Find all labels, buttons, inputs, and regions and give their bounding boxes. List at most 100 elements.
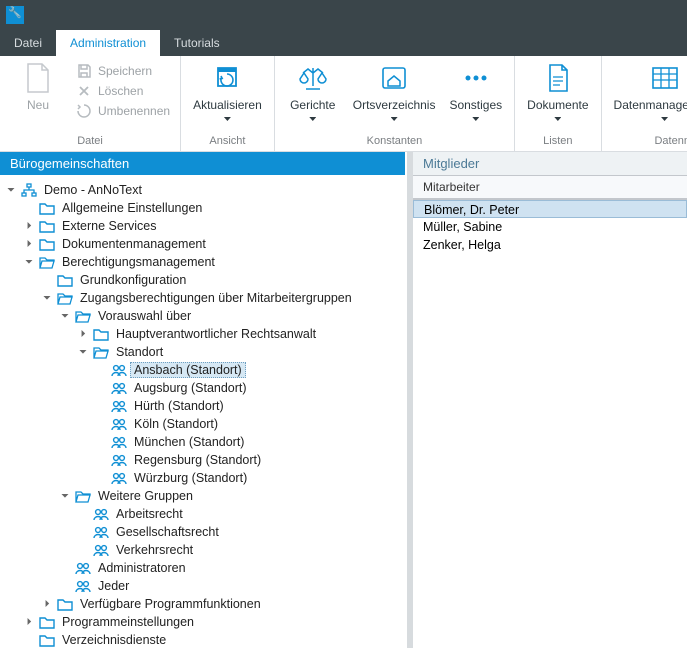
folder-icon — [38, 236, 56, 252]
expander-icon[interactable]: ⏷ — [58, 311, 72, 322]
tree-node-label: Vorauswahl über — [94, 308, 195, 324]
ribbon-group-label-listen: Listen — [523, 133, 592, 151]
rename-icon — [76, 103, 92, 119]
tree-programmeinstellungen[interactable]: ⏵ Programmeinstellungen — [4, 613, 401, 631]
tree-verkehrsrecht[interactable]: Verkehrsrecht — [4, 541, 401, 559]
folder-icon — [38, 632, 56, 648]
tree-regensburg[interactable]: Regensburg (Standort) — [4, 451, 401, 469]
refresh-button[interactable]: Aktualisieren — [189, 60, 266, 121]
folder-open-icon — [56, 290, 74, 306]
tree-node-label: Hürth (Standort) — [130, 398, 228, 414]
gerichte-button[interactable]: Gerichte — [283, 60, 343, 121]
ribbon-group-label-konstanten: Konstanten — [283, 133, 506, 151]
tree-augsburg[interactable]: Augsburg (Standort) — [4, 379, 401, 397]
rename-button[interactable]: Umbenennen — [74, 102, 172, 120]
tree-node-label: Programmeinstellungen — [58, 614, 198, 630]
tree-hauptverantwortlicher[interactable]: ⏵Hauptverantwortlicher Rechtsanwalt — [4, 325, 401, 343]
tree-node-label: München (Standort) — [130, 434, 248, 450]
tree-node-label: Würzburg (Standort) — [130, 470, 251, 486]
tree-berechtigungsmanagement[interactable]: ⏷Berechtigungsmanagement — [4, 253, 401, 271]
tree-root[interactable]: ⏷ Demo - AnNoText — [4, 181, 401, 199]
tree-weitere-gruppen[interactable]: ⏷ Weitere Gruppen — [4, 487, 401, 505]
tree-grundkonfiguration[interactable]: Grundkonfiguration — [4, 271, 401, 289]
expander-icon[interactable]: ⏵ — [22, 239, 36, 250]
dokumente-button[interactable]: Dokumente — [523, 60, 592, 121]
tree-zugangsberechtigungen[interactable]: ⏷Zugangsberechtigungen über Mitarbeiterg… — [4, 289, 401, 307]
tree-jeder[interactable]: Jeder — [4, 577, 401, 595]
list-item[interactable]: Blömer, Dr. Peter — [413, 200, 687, 218]
expander-icon[interactable]: ⏷ — [22, 257, 36, 268]
expander-icon[interactable]: ⏵ — [22, 221, 36, 232]
folder-open-icon — [38, 254, 56, 270]
list-item[interactable]: Zenker, Helga — [413, 236, 687, 254]
menu-tutorials[interactable]: Tutorials — [160, 30, 234, 56]
sonstiges-button[interactable]: Sonstiges — [445, 60, 506, 121]
ribbon-group-label-datei: Datei — [8, 133, 172, 151]
menu-administration[interactable]: Administration — [56, 30, 160, 56]
ellipsis-icon — [460, 62, 492, 94]
group-icon — [74, 578, 92, 594]
app-icon — [6, 6, 24, 24]
list-column-header[interactable]: Mitarbeiter — [413, 175, 687, 199]
document-icon — [542, 62, 574, 94]
tree-standort[interactable]: ⏷Standort — [4, 343, 401, 361]
tree-ansbach[interactable]: Ansbach (Standort) — [4, 361, 401, 379]
group-icon — [110, 452, 128, 468]
tree-wuerzburg[interactable]: Würzburg (Standort) — [4, 469, 401, 487]
expander-icon[interactable]: ⏷ — [76, 347, 90, 358]
expander-icon[interactable]: ⏷ — [58, 491, 72, 502]
tree-administratoren[interactable]: Administratoren — [4, 559, 401, 577]
tree-node-label: Ansbach (Standort) — [130, 362, 246, 378]
house-icon — [378, 62, 410, 94]
tree-externe-services[interactable]: ⏵ Externe Services — [4, 217, 401, 235]
list-item[interactable]: Müller, Sabine — [413, 218, 687, 236]
group-icon — [74, 560, 92, 576]
expander-icon[interactable]: ⏷ — [4, 185, 18, 196]
tree-muenchen[interactable]: München (Standort) — [4, 433, 401, 451]
group-icon — [110, 434, 128, 450]
ribbon-group-label-ansicht: Ansicht — [189, 133, 266, 151]
members-list[interactable]: Blömer, Dr. PeterMüller, SabineZenker, H… — [413, 199, 687, 648]
tree-node-label: Grundkonfiguration — [76, 272, 190, 288]
group-icon — [92, 542, 110, 558]
tree-node-label: Demo - AnNoText — [40, 182, 146, 198]
delete-button[interactable]: Löschen — [74, 82, 172, 100]
tree-node-label: Administratoren — [94, 560, 190, 576]
ortsverzeichnis-button[interactable]: Ortsverzeichnis — [349, 60, 440, 121]
left-pane-header: Bürogemeinschaften — [0, 152, 405, 175]
tree-view[interactable]: ⏷ Demo - AnNoTextAllgemeine Einstellungen… — [0, 175, 405, 648]
tree-verzeichnisdienste[interactable]: Verzeichnisdienste — [4, 631, 401, 648]
tree-node-label: Verkehrsrecht — [112, 542, 197, 558]
tree-gesellschaftsrecht[interactable]: Gesellschaftsrecht — [4, 523, 401, 541]
tree-vorauswahl[interactable]: ⏷ Vorauswahl über — [4, 307, 401, 325]
expander-icon[interactable]: ⏵ — [40, 599, 54, 610]
scales-icon — [297, 62, 329, 94]
expander-icon[interactable]: ⏷ — [40, 293, 54, 304]
expander-icon[interactable]: ⏵ — [22, 617, 36, 628]
tree-node-label: Köln (Standort) — [130, 416, 222, 432]
folder-icon — [38, 218, 56, 234]
tree-koeln[interactable]: Köln (Standort) — [4, 415, 401, 433]
save-button[interactable]: Speichern — [74, 62, 172, 80]
tree-verfuegbare-prog[interactable]: ⏵Verfügbare Programmfunktionen — [4, 595, 401, 613]
menu-file[interactable]: Datei — [0, 30, 56, 56]
folder-open-icon — [74, 308, 92, 324]
tree-node-label: Externe Services — [58, 218, 160, 234]
tree-node-label: Verzeichnisdienste — [58, 632, 170, 648]
tree-arbeitsrecht[interactable]: Arbeitsrecht — [4, 505, 401, 523]
tree-dokumentenmanagement[interactable]: ⏵Dokumentenmanagement — [4, 235, 401, 253]
ribbon-group-label-datenmanagement: Datenmanagement — [610, 133, 687, 151]
new-button[interactable]: Neu — [8, 60, 68, 112]
group-icon — [110, 380, 128, 396]
save-icon — [76, 63, 92, 79]
tree-allgemeine[interactable]: Allgemeine Einstellungen — [4, 199, 401, 217]
group-icon — [110, 470, 128, 486]
group-icon — [92, 524, 110, 540]
refresh-icon — [211, 62, 243, 94]
expander-icon[interactable]: ⏵ — [76, 329, 90, 340]
folder-open-icon — [74, 488, 92, 504]
tree-huerth[interactable]: Hürth (Standort) — [4, 397, 401, 415]
datenmanagement-button[interactable]: Datenmanagement — [610, 60, 687, 121]
folder-icon — [38, 614, 56, 630]
tree-node-label: Weitere Gruppen — [94, 488, 197, 504]
